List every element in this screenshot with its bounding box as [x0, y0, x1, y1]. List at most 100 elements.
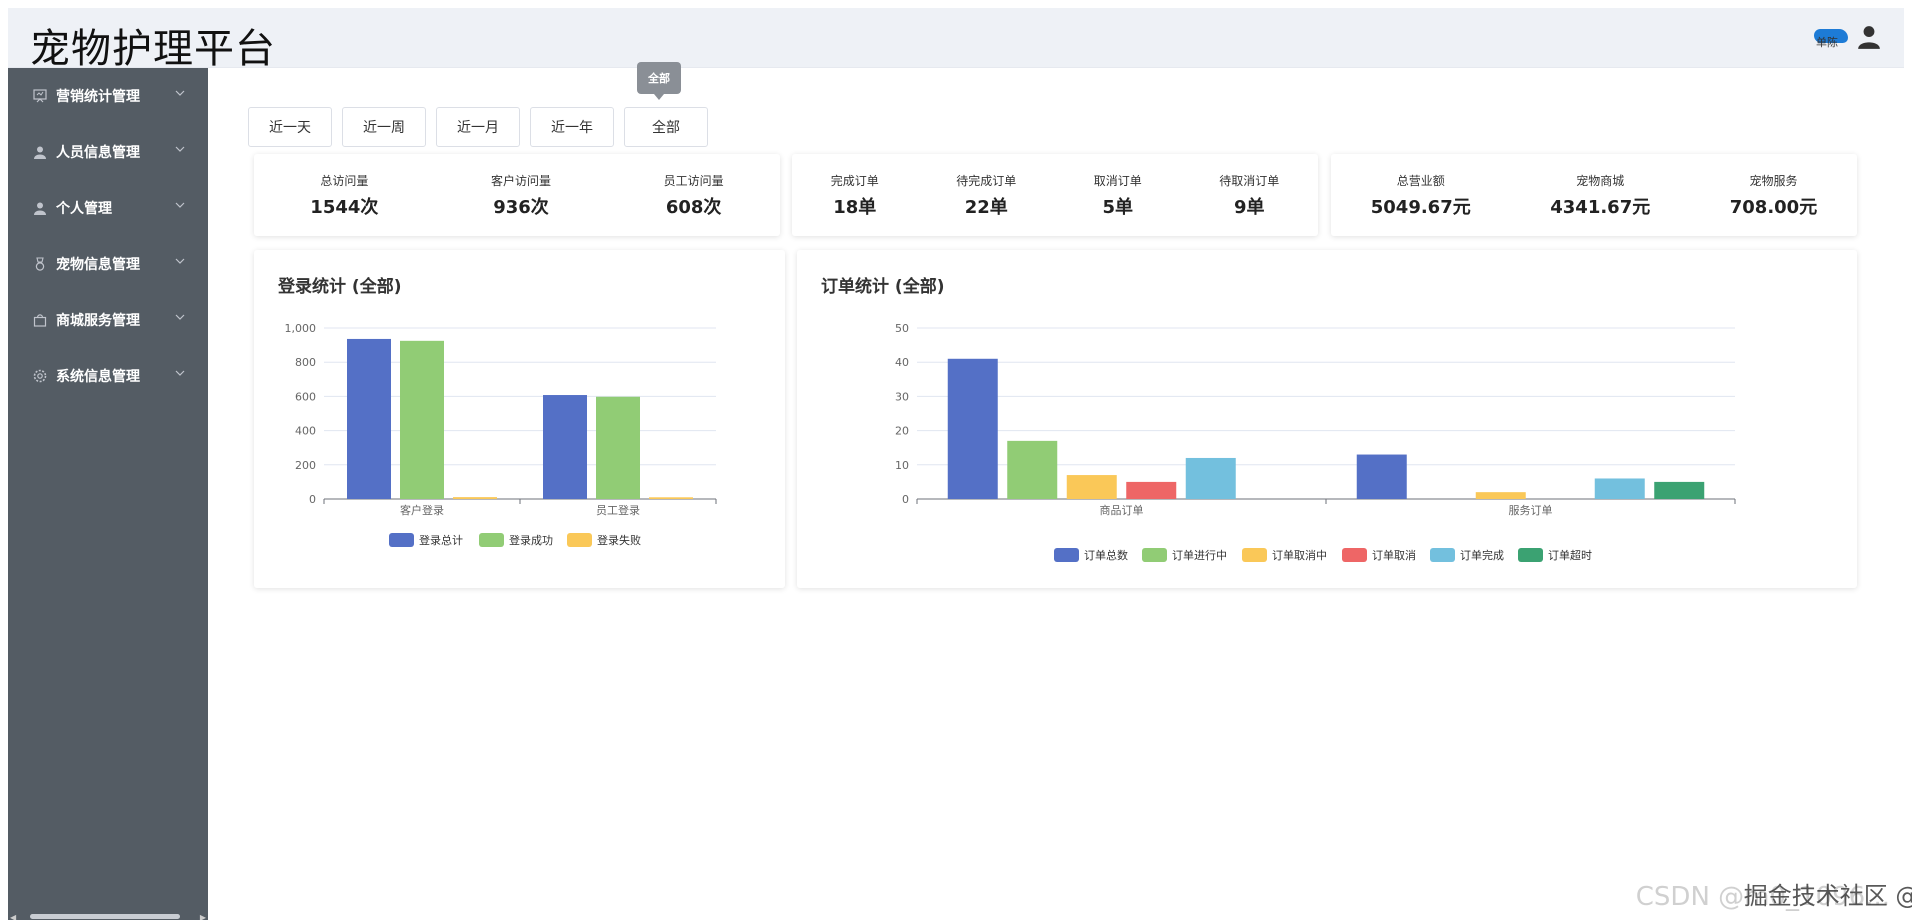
- sidebar-item-label: 营销统计管理: [56, 89, 140, 105]
- legend-label: 订单完成: [1460, 548, 1504, 562]
- stat-label: 取消订单: [1093, 173, 1142, 188]
- legend-swatch: [1242, 548, 1267, 562]
- y-tick-label: 20: [895, 425, 909, 438]
- scrollbar-thumb[interactable]: [30, 914, 180, 919]
- sidebar-item-pet-info[interactable]: 宠物信息管理: [8, 236, 208, 292]
- y-tick-label: 600: [295, 390, 316, 403]
- shopping-bag-icon: [32, 312, 48, 328]
- legend-swatch: [1430, 548, 1455, 562]
- sidebar-item-label: 商城服务管理: [56, 313, 140, 329]
- x-tick-label: 商品订单: [1100, 503, 1144, 517]
- person-icon: [32, 200, 48, 216]
- filter-button-year[interactable]: 近一年: [530, 107, 614, 147]
- bar-订单总数: [1356, 454, 1407, 499]
- bar-订单完成: [1594, 478, 1645, 499]
- chevron-down-icon: [175, 314, 185, 320]
- chevron-down-icon: [175, 258, 185, 264]
- app-title: 宠物护理平台: [30, 26, 276, 72]
- stat-label: 待完成订单: [956, 173, 1017, 188]
- legend-label: 登录失败: [597, 533, 641, 547]
- bar-订单完成: [1185, 457, 1236, 499]
- bar-登录总计: [543, 395, 587, 499]
- y-tick-label: 10: [895, 459, 909, 472]
- stat-cancelled-orders: 取消订单 5单: [1094, 172, 1142, 219]
- y-tick-label: 1,000: [285, 322, 317, 335]
- order-chart-card: 订单统计 (全部) 0 10 20 30 40 50 商品订单 服务订单 订单总数 订单进行中 订单…: [797, 250, 1857, 588]
- stat-value: 4341.67元: [1550, 196, 1651, 218]
- y-tick-label: 800: [295, 356, 316, 369]
- sidebar-item-system-info[interactable]: 系统信息管理: [8, 348, 208, 404]
- bar-订单取消中: [1475, 492, 1526, 499]
- legend-swatch: [479, 533, 504, 547]
- bar-订单进行中: [1007, 440, 1058, 499]
- stat-label: 客户访问量: [491, 173, 552, 188]
- sidebar-item-staff-info[interactable]: 人员信息管理: [8, 124, 208, 180]
- legend-label: 订单进行中: [1172, 549, 1227, 562]
- stat-label: 宠物商城: [1576, 173, 1625, 188]
- stat-service-revenue: 宠物服务 708.00元: [1730, 172, 1817, 219]
- sidebar-item-marketing-stats[interactable]: 营销统计管理: [8, 68, 208, 124]
- bar-登录失败: [453, 497, 497, 499]
- stat-label: 完成订单: [830, 173, 879, 188]
- filter-button-month[interactable]: 近一月: [436, 107, 520, 147]
- stat-label: 待取消订单: [1219, 173, 1280, 188]
- legend-swatch: [1142, 548, 1167, 562]
- chart-board-icon: [32, 88, 48, 104]
- stat-pending-cancel-orders: 待取消订单 9单: [1219, 172, 1279, 219]
- legend-swatch: [1518, 548, 1543, 562]
- filter-button-all[interactable]: 全部: [624, 107, 708, 147]
- stat-value: 22单: [964, 196, 1008, 218]
- sidebar-item-label: 系统信息管理: [56, 369, 140, 385]
- bar-登录总计: [347, 338, 391, 499]
- filter-button-week[interactable]: 近一周: [342, 107, 426, 147]
- y-tick-label: 0: [309, 493, 316, 506]
- stat-label: 总访问量: [320, 173, 369, 188]
- scroll-left-icon[interactable]: ◀: [10, 913, 16, 920]
- visits-stat-card: 总访问量 1544次 客户访问量 936次 员工访问量 608次: [254, 154, 780, 236]
- order-bar-chart: 0 10 20 30 40 50 商品订单 服务订单订单总数 订单进行中 订单取消中 订单取消 订单完…: [895, 322, 1736, 562]
- user-name-badge[interactable]: 单陈: [1814, 25, 1850, 49]
- watermark: CSDN @m0_1096... 掘金技术社区 @ 大学牲: [1636, 882, 1912, 912]
- stat-value: 9单: [1233, 196, 1265, 218]
- scroll-right-icon[interactable]: ▶: [200, 913, 206, 920]
- y-tick-label: 40: [895, 356, 909, 369]
- sidebar-scrollbar[interactable]: ◀ ▶: [8, 912, 208, 920]
- chevron-down-icon: [175, 146, 185, 152]
- top-header: 宠物护理平台 单陈: [8, 8, 1904, 72]
- y-tick-label: 50: [895, 322, 909, 335]
- bar-订单取消: [1126, 481, 1177, 499]
- orders-stat-card: 完成订单 18单 待完成订单 22单 取消订单 5单 待取消订单 9单: [792, 154, 1318, 236]
- stat-customer-visits: 客户访问量 936次: [491, 172, 551, 219]
- x-tick-label: 员工登录: [596, 503, 640, 517]
- stat-label: 宠物服务: [1749, 173, 1798, 188]
- x-tick-label: 客户登录: [400, 503, 444, 517]
- legend-label: 订单取消中: [1272, 548, 1327, 562]
- sidebar-item-label: 宠物信息管理: [56, 257, 140, 273]
- watermark-over: 掘金技术社区 @ 大学牲: [1743, 882, 1912, 910]
- x-tick-label: 服务订单: [1509, 504, 1553, 517]
- y-tick-label: 400: [295, 425, 316, 438]
- filter-button-day[interactable]: 近一天: [248, 107, 332, 147]
- sidebar-item-mall-service[interactable]: 商城服务管理: [8, 292, 208, 348]
- legend-swatch: [1054, 548, 1079, 562]
- bar-订单总数: [947, 358, 998, 499]
- stat-pending-orders: 待完成订单 22单: [956, 172, 1016, 219]
- stat-staff-visits: 员工访问量 608次: [664, 172, 724, 219]
- legend-label: 订单总数: [1084, 548, 1128, 562]
- stat-value: 1544次: [310, 196, 379, 218]
- gear-icon: [32, 368, 48, 384]
- legend-swatch: [389, 533, 414, 547]
- user-avatar-icon[interactable]: [1856, 24, 1882, 50]
- sidebar-item-personal[interactable]: 个人管理: [8, 180, 208, 236]
- login-chart-card: 登录统计 (全部) 0 200 400 600 800 1,000 客户登录 员工登录 登录总计…: [254, 250, 785, 588]
- y-tick-label: 200: [295, 459, 316, 472]
- stat-mall-revenue: 宠物商城 4341.67元: [1550, 172, 1650, 219]
- header-user-area[interactable]: 单陈: [1814, 24, 1882, 50]
- stat-total-visits: 总访问量 1544次: [310, 172, 378, 219]
- stat-value: 5049.67元: [1370, 196, 1471, 218]
- stat-total-revenue: 总营业额 5049.67元: [1371, 172, 1471, 219]
- chevron-down-icon: [175, 90, 185, 96]
- legend-label: 登录成功: [509, 533, 553, 547]
- legend-swatch: [567, 533, 592, 547]
- app-root: 宠物护理平台 单陈 营销统计管理 人员信息管理 个人管理 宠物信息管理 商城服务…: [0, 0, 1912, 920]
